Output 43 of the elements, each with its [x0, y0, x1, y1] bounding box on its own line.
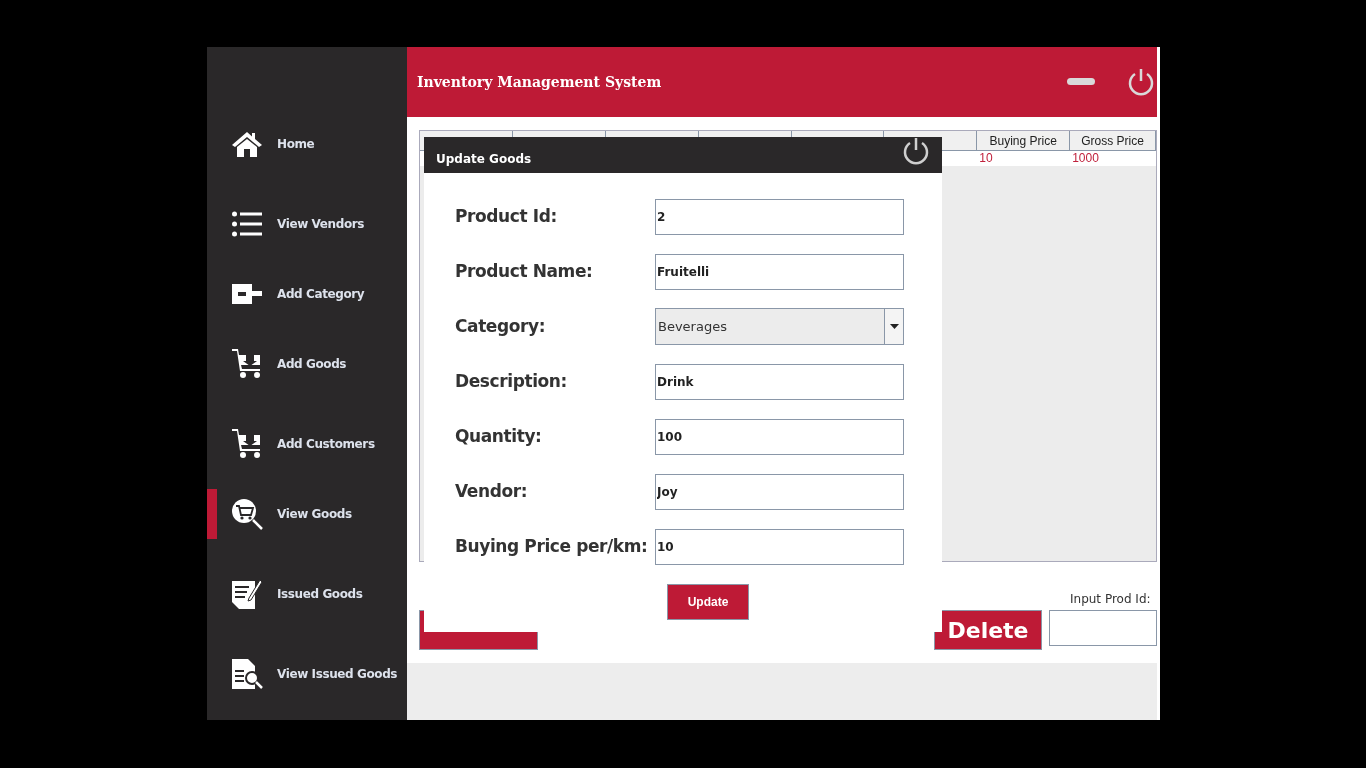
- input-field[interactable]: Drink: [655, 363, 904, 400]
- update-button[interactable]: Update: [667, 584, 749, 620]
- cart-download-icon: [232, 349, 262, 379]
- input-field[interactable]: 100: [655, 418, 904, 455]
- power-icon[interactable]: [1127, 68, 1155, 96]
- sidebar-item[interactable]: Issued Goods: [207, 569, 407, 619]
- sidebar-item[interactable]: Home: [207, 119, 407, 169]
- cart-search-icon: [231, 498, 263, 530]
- field-label: Description:: [455, 369, 568, 393]
- input-field[interactable]: Fruitelli: [655, 253, 904, 290]
- window-title: Inventory Management System: [417, 72, 663, 92]
- input-field[interactable]: 10: [655, 528, 904, 565]
- sidebar-item[interactable]: View Goods: [207, 489, 407, 539]
- table-cell-text: 1000: [1071, 151, 1100, 166]
- prod-id-label: Input Prod Id:: [1070, 591, 1151, 608]
- field-label: Category:: [455, 314, 547, 338]
- dialog-title: Update Goods: [436, 151, 533, 168]
- list-icon: [232, 211, 262, 237]
- caret-icon: [889, 324, 899, 329]
- prod-id-field[interactable]: [1049, 610, 1157, 646]
- delete-button[interactable]: Delete: [934, 610, 1042, 650]
- input-field[interactable]: Joy: [655, 473, 904, 510]
- sidebar-item[interactable]: Add Customers: [207, 419, 407, 469]
- field-label: Product Name:: [455, 259, 594, 283]
- sidebar-item[interactable]: Add Category: [207, 269, 407, 319]
- document-search-icon: [231, 658, 263, 690]
- field-label: Product Id:: [455, 204, 558, 228]
- minimize-icon[interactable]: [1067, 78, 1095, 86]
- category-dropdown[interactable]: Beverages: [655, 308, 904, 345]
- sidebar-item[interactable]: View Issued Goods: [207, 649, 407, 699]
- cart-download-icon: [232, 429, 262, 459]
- table-cell-text: 10: [978, 151, 994, 166]
- document-edit-icon: [231, 578, 263, 610]
- sidebar-item[interactable]: View Vendors: [207, 199, 407, 249]
- input-field[interactable]: 2: [655, 198, 904, 235]
- field-label: Vendor:: [455, 479, 529, 503]
- tag-icon: [232, 284, 262, 304]
- selection-marker: [207, 489, 217, 539]
- power-icon[interactable]: [902, 137, 930, 165]
- field-label: Quantity:: [455, 424, 543, 448]
- field-label: Buying Price per/km:: [455, 534, 649, 558]
- sidebar-item[interactable]: Add Goods: [207, 339, 407, 389]
- home-icon: [231, 130, 263, 158]
